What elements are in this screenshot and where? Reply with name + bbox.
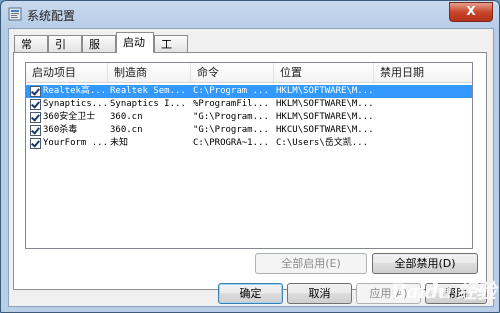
system-config-icon <box>8 7 22 21</box>
enable-all-button[interactable]: 全部启用(E) <box>255 253 367 274</box>
location-cell: HKLM\SOFTWARE\M... <box>276 99 372 109</box>
startup-list[interactable]: 启动项目 制造商 命令 位置 禁用日期 Realtek高... Realtek … <box>25 62 473 249</box>
column-startup-item[interactable]: 启动项目 <box>26 63 108 82</box>
dialog-body: 常规 引导 服务 启动 工具 启动项目 制造商 命令 位置 禁用日期 Realt… <box>8 28 494 307</box>
manufacturer-cell: Synaptics I... <box>110 99 186 109</box>
row-checkbox[interactable] <box>30 112 41 123</box>
command-cell: "G:\Program... <box>193 125 269 135</box>
command-cell: C:\PROGRA~1... <box>193 138 269 148</box>
window-title: 系统配置 <box>27 9 76 23</box>
manufacturer-cell: 360.cn <box>110 112 143 122</box>
cancel-button[interactable]: 取消 <box>287 283 352 304</box>
disable-all-button[interactable]: 全部禁用(D) <box>372 253 478 274</box>
disable-date-cell <box>376 124 470 137</box>
manufacturer-cell: 360.cn <box>110 125 143 135</box>
tab-boot[interactable]: 引导 <box>48 35 82 68</box>
row-checkbox[interactable] <box>30 138 41 149</box>
column-location[interactable]: 位置 <box>274 63 374 82</box>
table-row[interactable]: YourForm ... 未知 C:\PROGRA~1... C:\Users\… <box>26 137 472 150</box>
disable-date-cell <box>376 85 470 98</box>
location-cell: HKLM\SOFTWARE\M... <box>276 112 372 122</box>
table-row[interactable]: Synaptics... Synaptics I... %ProgramFil.… <box>26 98 472 111</box>
manufacturer-cell: 未知 <box>110 138 129 148</box>
close-button[interactable]: X <box>449 2 493 22</box>
location-cell: HKLM\SOFTWARE\M... <box>276 86 372 96</box>
manufacturer-cell: Realtek Sem... <box>110 86 186 96</box>
startup-panel: 启动项目 制造商 命令 位置 禁用日期 Realtek高... Realtek … <box>13 52 487 290</box>
column-disable-date[interactable]: 禁用日期 <box>374 63 472 82</box>
location-cell: HKCU\SOFTWARE\M... <box>276 125 372 135</box>
tab-tools[interactable]: 工具 <box>154 35 188 68</box>
system-config-window: 系统配置 X 常规 引导 服务 启动 工具 启动项目 制造商 命令 位置 禁用日… <box>0 0 500 313</box>
disable-date-cell <box>376 98 470 111</box>
tab-services[interactable]: 服务 <box>82 35 116 68</box>
tab-general[interactable]: 常规 <box>14 35 48 68</box>
table-row[interactable]: 360杀毒 360.cn "G:\Program... HKCU\SOFTWAR… <box>26 124 472 137</box>
disable-date-cell <box>376 137 470 150</box>
row-checkbox[interactable] <box>30 125 41 136</box>
startup-item-cell: 360安全卫士 <box>43 112 96 122</box>
disable-date-cell <box>376 111 470 124</box>
row-checkbox[interactable] <box>30 99 41 110</box>
baidu-watermark: Baidu 经验 <box>390 279 496 303</box>
startup-item-cell: Synaptics... <box>43 99 106 109</box>
command-cell: C:\Program ... <box>193 86 269 96</box>
command-cell: "G:\Program... <box>193 112 269 122</box>
command-cell: %ProgramFil... <box>193 99 269 109</box>
startup-item-cell: Realtek高... <box>43 86 106 96</box>
row-checkbox[interactable] <box>30 86 41 97</box>
tab-startup[interactable]: 启动 <box>116 32 154 53</box>
column-manufacturer[interactable]: 制造商 <box>108 63 191 82</box>
startup-item-cell: 360杀毒 <box>43 125 78 135</box>
table-row[interactable]: Realtek高... Realtek Sem... C:\Program ..… <box>26 85 472 98</box>
table-row[interactable]: 360安全卫士 360.cn "G:\Program... HKLM\SOFTW… <box>26 111 472 124</box>
location-cell: C:\Users\岳文凯... <box>276 138 369 148</box>
title-bar[interactable]: 系统配置 X <box>1 1 499 27</box>
column-command[interactable]: 命令 <box>191 63 274 82</box>
startup-item-cell: YourForm ... <box>43 138 106 148</box>
list-header: 启动项目 制造商 命令 位置 禁用日期 <box>26 63 472 83</box>
ok-button[interactable]: 确定 <box>218 283 283 304</box>
